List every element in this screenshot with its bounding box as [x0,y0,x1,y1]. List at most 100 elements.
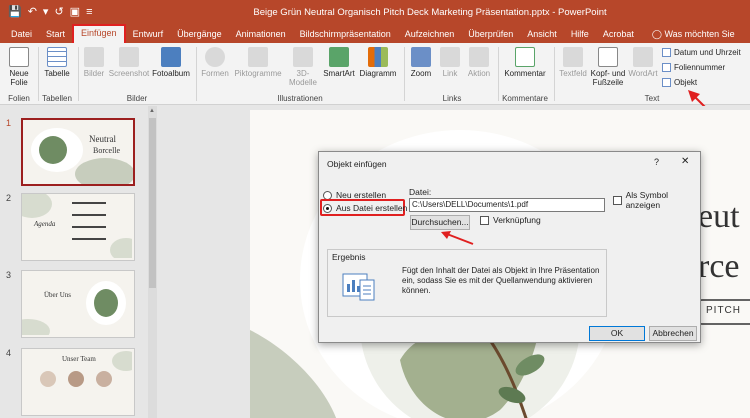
thumb-subtitle: Borcelle [93,146,121,155]
3d-models-button[interactable]: 3D-Modelle [286,47,320,87]
wordart-label: WordArt [628,69,658,78]
tab-entwurf[interactable]: Entwurf [126,26,171,43]
slide-number-button[interactable]: Foliennummer [662,63,725,72]
date-time-label: Datum und Uhrzeit [674,48,741,57]
link-label: Link [442,69,458,78]
zoom-icon [411,47,431,67]
wordart-icon [633,47,653,67]
file-field-label: Datei: [409,187,432,197]
checkbox-box [480,215,489,225]
browse-button[interactable]: Durchsuchen... [410,215,470,230]
red-arrow-icon [441,231,474,245]
insert-object-dialog: Objekt einfügen ? ✕ Neu erstellen Aus Da… [318,151,701,343]
thumbnail-scrollbar[interactable]: ▲ [148,106,157,418]
scroll-up-icon[interactable]: ▲ [149,108,155,114]
link-checkbox-label: Verknüpfung [493,215,541,225]
radio-create-from-file[interactable]: Aus Datei erstellen [323,203,407,213]
smartart-button[interactable]: SmartArt [322,47,356,78]
header-footer-icon [598,47,618,67]
dropdown-icon[interactable]: ▾ [43,6,49,18]
textbox-button[interactable]: Textfeld [558,47,588,78]
textbox-icon [563,47,583,67]
save-icon[interactable]: 💾 [8,6,22,18]
display-as-icon-checkbox[interactable]: Als Symbol anzeigen [613,190,700,210]
lightbulb-icon: ◯ [651,29,662,39]
ok-button[interactable]: OK [589,326,645,341]
separator [78,47,79,101]
ribbon: Neue Folie Folien Tabelle Tabellen Bilde… [0,43,750,105]
header-footer-button[interactable]: Kopf- und Fußzeile [590,47,626,87]
radio-create-from-file-label: Aus Datei erstellen [336,203,408,213]
screenshot-label: Screenshot [108,69,150,78]
new-slide-icon [9,47,29,67]
link-checkbox[interactable]: Verknüpfung [480,215,541,225]
slide-thumbnails-panel: 1 Neutral Borcelle 2 Agenda 3 Über Uns 4 [0,106,158,418]
table-label: Tabelle [44,69,70,78]
photo-album-button[interactable]: Fotoalbum [150,47,192,78]
slideshow-icon[interactable]: ▣ [70,6,80,18]
pictures-button[interactable]: Bilder [82,47,106,78]
checkbox-box [613,195,622,205]
result-description: Fügt den Inhalt der Datei als Objekt in … [402,266,600,295]
hash-icon [662,63,671,72]
tell-me-search[interactable]: ◯ Was möchten Sie tun? [645,26,750,56]
shapes-button[interactable]: Formen [200,47,230,78]
link-icon [440,47,460,67]
zoom-button[interactable]: Zoom [408,47,434,78]
slide-thumbnail-2[interactable]: Agenda [21,193,135,261]
tab-einfuegen[interactable]: Einfügen [72,24,126,43]
comment-button[interactable]: Kommentar [502,47,548,78]
object-button[interactable]: Objekt [662,78,697,87]
cancel-button[interactable]: Abbrechen [649,326,697,341]
action-button[interactable]: Aktion [464,47,494,78]
dialog-title: Objekt einfügen [327,159,387,169]
file-path-input[interactable]: C:\Users\DELL\Documents\1.pdf [409,198,605,212]
wordart-button[interactable]: WordArt [628,47,658,78]
start-from-beginning-icon[interactable]: ↺ [54,6,63,18]
tab-datei[interactable]: Datei [4,26,39,43]
chart-button[interactable]: Diagramm [358,47,398,78]
tab-start[interactable]: Start [39,26,72,43]
help-button[interactable]: ? [654,157,659,167]
tab-ansicht[interactable]: Ansicht [520,26,564,43]
title-bar: 💾 ↶ ▾ ↺ ▣ ≡ Beige Grün Neutral Organisch… [0,0,750,24]
thumb-title: Über Uns [44,291,72,299]
slide-big-text-1: eut [698,198,740,235]
customize-qat-icon[interactable]: ≡ [86,6,92,18]
link-button[interactable]: Link [438,47,462,78]
tab-bildschirmpraesentation[interactable]: Bildschirmpräsentation [293,26,398,43]
action-icon [469,47,489,67]
tab-hilfe[interactable]: Hilfe [564,26,596,43]
object-label: Objekt [674,78,698,87]
tab-ueberpruefen[interactable]: Überprüfen [461,26,520,43]
separator [498,47,499,101]
slide-thumbnail-4[interactable]: Unser Team [21,348,135,416]
group-folien: Folien [8,94,30,103]
group-bilder: Bilder [126,94,148,103]
radio-dot-selected [323,203,332,213]
result-box: Ergebnis Fügt den Inhalt der Datei als O… [327,249,607,317]
separator [404,47,405,101]
icons-button[interactable]: Piktogramme [232,47,284,78]
screenshot-button[interactable]: Screenshot [108,47,150,78]
scrollbar-thumb[interactable] [149,118,156,288]
photo-album-label: Fotoalbum [152,69,190,78]
new-slide-button[interactable]: Neue Folie [4,47,34,87]
photo-album-icon [161,47,181,67]
table-icon [47,47,67,67]
tab-uebergaenge[interactable]: Übergänge [170,26,229,43]
slide-3-artwork-icon [22,281,126,337]
slide-thumbnail-3[interactable]: Über Uns [21,270,135,338]
ribbon-tabs: Datei Start Einfügen Entwurf Übergänge A… [0,24,750,56]
table-button[interactable]: Tabelle [42,47,72,78]
undo-icon[interactable]: ↶ [28,6,37,18]
tab-animationen[interactable]: Animationen [229,26,293,43]
slide-number: 3 [6,270,12,280]
slide-number: 1 [6,118,12,128]
date-time-button[interactable]: Datum und Uhrzeit [662,48,741,57]
slide-thumbnail-1[interactable]: Neutral Borcelle [21,118,135,186]
close-button[interactable]: ✕ [681,156,689,167]
quick-access-toolbar: 💾 ↶ ▾ ↺ ▣ ≡ [0,6,110,18]
tab-aufzeichnen[interactable]: Aufzeichnen [398,26,462,43]
tab-acrobat[interactable]: Acrobat [596,26,641,43]
